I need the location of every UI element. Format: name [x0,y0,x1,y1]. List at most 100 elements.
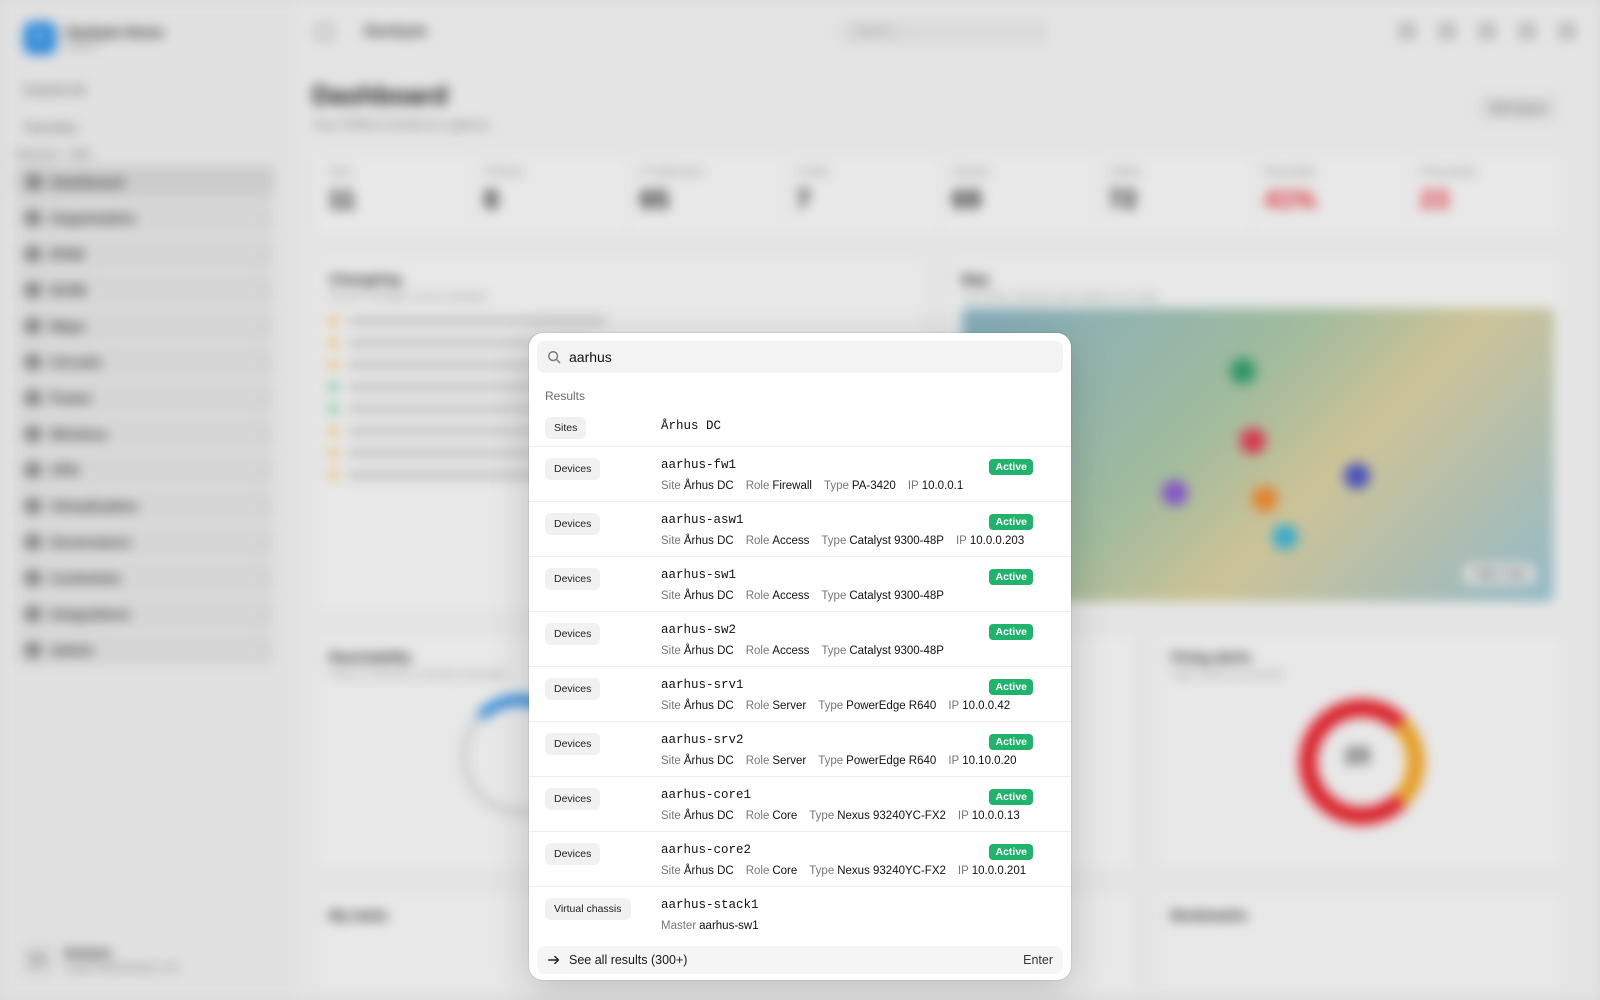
meta-field: IP 10.0.0.203 [956,535,1024,547]
result-type-badge: Devices [545,568,601,590]
result-type-badge: Devices [545,788,601,810]
meta-key: Site [661,810,681,822]
result-type-badge: Sites [545,417,587,439]
meta-key: Role [745,645,770,657]
result-row[interactable]: Devices aarhus-sw1 Active Site Århus DC Role A… [529,557,1071,612]
meta-field: Role Access [746,535,810,547]
meta-field: Type Nexus 93240YC-FX2 [809,810,946,822]
meta-key: Role [745,590,770,602]
meta-field: Role Server [746,700,807,712]
result-type-badge: Virtual chassis [545,898,631,920]
meta-value: PowerEdge R640 [846,755,937,767]
meta-value: Catalyst 9300-48P [849,535,944,547]
meta-value: PowerEdge R640 [846,700,937,712]
meta-value: 10.10.0.20 [962,755,1017,767]
meta-value: 10.0.0.42 [962,700,1011,712]
meta-value: Core [772,810,798,822]
result-name: aarhus-sw1 [661,568,737,582]
meta-value: Århus DC [683,645,734,657]
meta-value: Server [772,700,807,712]
meta-field: IP 10.0.0.1 [908,480,963,492]
result-row[interactable]: Devices aarhus-asw1 Active Site Århus DC Role… [529,502,1071,557]
result-meta: Site Århus DC Role Access Type Catalyst 9300-… [661,645,956,657]
meta-value: Århus DC [683,755,734,767]
meta-key: Role [745,700,770,712]
result-row[interactable]: Virtual chassis aarhus-stack1 Master aarhus… [529,887,1071,942]
meta-key: Type [818,755,844,767]
meta-key: Type [821,645,847,657]
result-name: aarhus-stack1 [661,898,759,912]
meta-value: Århus DC [683,810,734,822]
status-badge: Active [989,459,1033,475]
status-badge: Active [989,679,1033,695]
result-name: aarhus-srv1 [661,678,744,692]
meta-field: IP 10.0.0.13 [958,810,1020,822]
result-row[interactable]: Devices aarhus-srv2 Active Site Århus DC Role… [529,722,1071,777]
meta-value: Nexus 93240YC-FX2 [837,865,946,877]
meta-field: Type PA-3420 [824,480,896,492]
result-meta: Site Århus DC Role Core Type Nexus 93240YC-FX… [661,865,1038,877]
result-type-badge: Devices [545,513,601,535]
result-name: aarhus-core2 [661,843,752,857]
meta-value: 10.0.0.13 [971,810,1020,822]
meta-field: Site Århus DC [661,645,734,657]
result-meta: Site Århus DC Role Core Type Nexus 93240YC-FX… [661,810,1032,822]
results-group-label: Results [545,389,586,403]
meta-field: Site Århus DC [661,755,734,767]
result-name: aarhus-sw2 [661,623,737,637]
arrow-right-icon [548,955,560,965]
status-badge: Active [989,789,1033,805]
meta-field: Role Server [746,755,807,767]
meta-field: Site Århus DC [661,810,734,822]
meta-field: Role Core [746,865,798,877]
result-row[interactable]: Devices aarhus-core1 Active Site Århus DC Rol… [529,777,1071,832]
result-row[interactable]: Sites Århus DC [529,409,1071,447]
result-meta: Site Århus DC Role Server Type PowerEdge R640… [661,700,1022,712]
meta-value: Århus DC [683,480,734,492]
meta-value: Catalyst 9300-48P [849,590,944,602]
result-meta: Site Århus DC Role Server Type PowerEdge R640… [661,755,1029,767]
meta-value: 10.0.0.201 [971,865,1027,877]
meta-key: Type [823,480,849,492]
meta-value: aarhus-sw1 [699,920,759,932]
result-meta: Site Århus DC Role Access Type Catalyst 9300-… [661,535,1036,547]
meta-field: IP 10.10.0.20 [948,755,1016,767]
meta-value: Firewall [772,480,812,492]
meta-field: Role Core [746,810,798,822]
meta-key: IP [907,480,919,492]
meta-value: Catalyst 9300-48P [849,645,944,657]
meta-key: Type [821,535,847,547]
meta-field: Type Catalyst 9300-48P [821,645,944,657]
see-all-results[interactable]: See all results (300+) Enter [537,946,1063,974]
meta-field: Role Firewall [746,480,812,492]
meta-value: Access [772,590,810,602]
palette-search-input[interactable] [569,349,1039,365]
result-type-badge: Devices [545,623,601,645]
meta-field: Role Access [746,645,810,657]
meta-value: Server [772,755,807,767]
meta-field: Type Catalyst 9300-48P [821,535,944,547]
meta-key: Role [745,480,770,492]
meta-value: Access [772,645,810,657]
meta-value: Århus DC [683,700,734,712]
meta-key: IP [957,865,969,877]
meta-field: Site Århus DC [661,480,734,492]
meta-key: Site [661,480,681,492]
result-row[interactable]: Devices aarhus-srv1 Active Site Århus DC Role… [529,667,1071,722]
meta-key: Type [809,865,835,877]
result-row[interactable]: Devices aarhus-fw1 Active Site Århus DC Role F… [529,447,1071,502]
meta-field: Role Access [746,590,810,602]
meta-field: Type Catalyst 9300-48P [821,590,944,602]
meta-field: Site Århus DC [661,590,734,602]
meta-key: Site [661,645,681,657]
meta-value: Access [772,535,810,547]
meta-value: 10.0.0.203 [969,535,1025,547]
meta-key: Type [809,810,835,822]
meta-field: Type Nexus 93240YC-FX2 [809,865,946,877]
result-row[interactable]: Devices aarhus-sw2 Active Site Århus DC Role A… [529,612,1071,667]
result-name: aarhus-asw1 [661,513,744,527]
enter-key-hint: Enter [1023,953,1053,967]
result-row[interactable]: Devices aarhus-core2 Active Site Århus DC Rol… [529,832,1071,887]
meta-field: Site Århus DC [661,535,734,547]
status-badge: Active [989,844,1033,860]
